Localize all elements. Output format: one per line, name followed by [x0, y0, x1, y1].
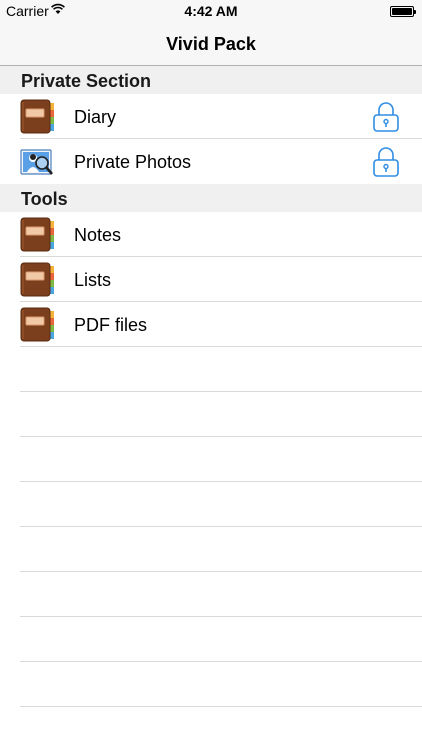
- navigation-bar: Vivid Pack: [0, 22, 422, 66]
- section-header-private: Private Section: [0, 66, 422, 94]
- status-time: 4:42 AM: [184, 3, 238, 19]
- row-label: Lists: [74, 270, 112, 290]
- row-label: Diary: [74, 107, 117, 127]
- lock-icon[interactable]: [372, 147, 400, 177]
- section-title: Private Section: [21, 71, 152, 91]
- list-item-notes[interactable]: Notes: [0, 212, 422, 257]
- diary-book-icon: [20, 99, 54, 134]
- list-item-pdf-files[interactable]: PDF files: [0, 302, 422, 347]
- empty-row-separator: [20, 571, 422, 572]
- empty-row-separator: [20, 706, 422, 707]
- section-header-tools: Tools: [0, 184, 422, 212]
- row-label: Notes: [74, 225, 122, 245]
- diary-book-icon: [20, 217, 54, 252]
- row-label: Private Photos: [74, 152, 192, 172]
- nav-title: Vivid Pack: [166, 34, 256, 54]
- list-item-diary[interactable]: Diary: [0, 94, 422, 139]
- row-label: PDF files: [74, 315, 148, 335]
- diary-book-icon: [20, 262, 54, 297]
- status-bar: Carrier 4:42 AM: [0, 0, 422, 22]
- empty-row-separator: [20, 661, 422, 662]
- section-title: Tools: [21, 189, 68, 209]
- empty-row-separator: [20, 481, 422, 482]
- lock-icon[interactable]: [372, 102, 400, 132]
- diary-book-icon: [20, 307, 54, 342]
- list-item-lists[interactable]: Lists: [0, 257, 422, 302]
- photo-magnifier-icon: [20, 149, 53, 175]
- list-item-private-photos[interactable]: Private Photos: [0, 139, 422, 184]
- empty-row-separator: [20, 526, 422, 527]
- empty-row-separator: [20, 436, 422, 437]
- row-separator: [20, 346, 422, 347]
- battery-icon: [390, 6, 416, 17]
- empty-row-separator: [20, 616, 422, 617]
- empty-row-separator: [20, 391, 422, 392]
